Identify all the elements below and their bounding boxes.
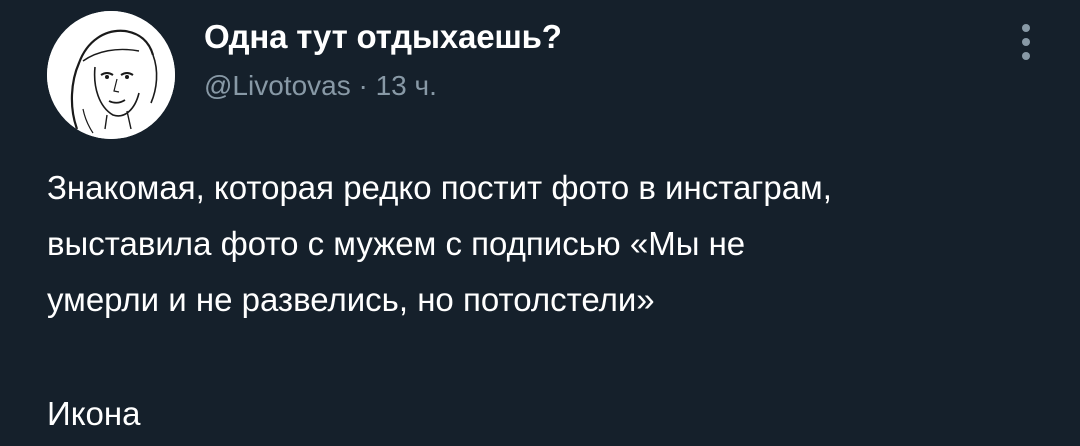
- tweet-text-line: выставила фото с мужем с подписью «Мы не: [47, 225, 746, 262]
- more-options-button[interactable]: [1008, 20, 1044, 64]
- avatar[interactable]: [47, 11, 175, 139]
- vertical-ellipsis-icon: [1022, 52, 1030, 60]
- user-handle[interactable]: @Livotovas: [204, 70, 351, 101]
- tweet-text-line: умерли и не развелись, но потолстели»: [47, 281, 655, 318]
- tweet-meta: @Livotovas · 13 ч.: [204, 70, 437, 102]
- tweet-text: Знакомая, которая редко постит фото в ин…: [47, 160, 1057, 442]
- vertical-ellipsis-icon: [1022, 38, 1030, 46]
- tweet-timestamp[interactable]: 13 ч.: [376, 70, 437, 101]
- separator-dot: ·: [358, 70, 368, 101]
- tweet-text-line: Икона: [47, 395, 141, 432]
- display-name[interactable]: Одна тут отдыхаешь?: [204, 18, 562, 56]
- avatar-sketch-icon: [47, 11, 175, 139]
- vertical-ellipsis-icon: [1022, 24, 1030, 32]
- meta-separator: ·: [359, 70, 376, 101]
- tweet-text-line: Знакомая, которая редко постит фото в ин…: [47, 169, 832, 206]
- tweet: Одна тут отдыхаешь? @Livotovas · 13 ч. З…: [0, 0, 1080, 446]
